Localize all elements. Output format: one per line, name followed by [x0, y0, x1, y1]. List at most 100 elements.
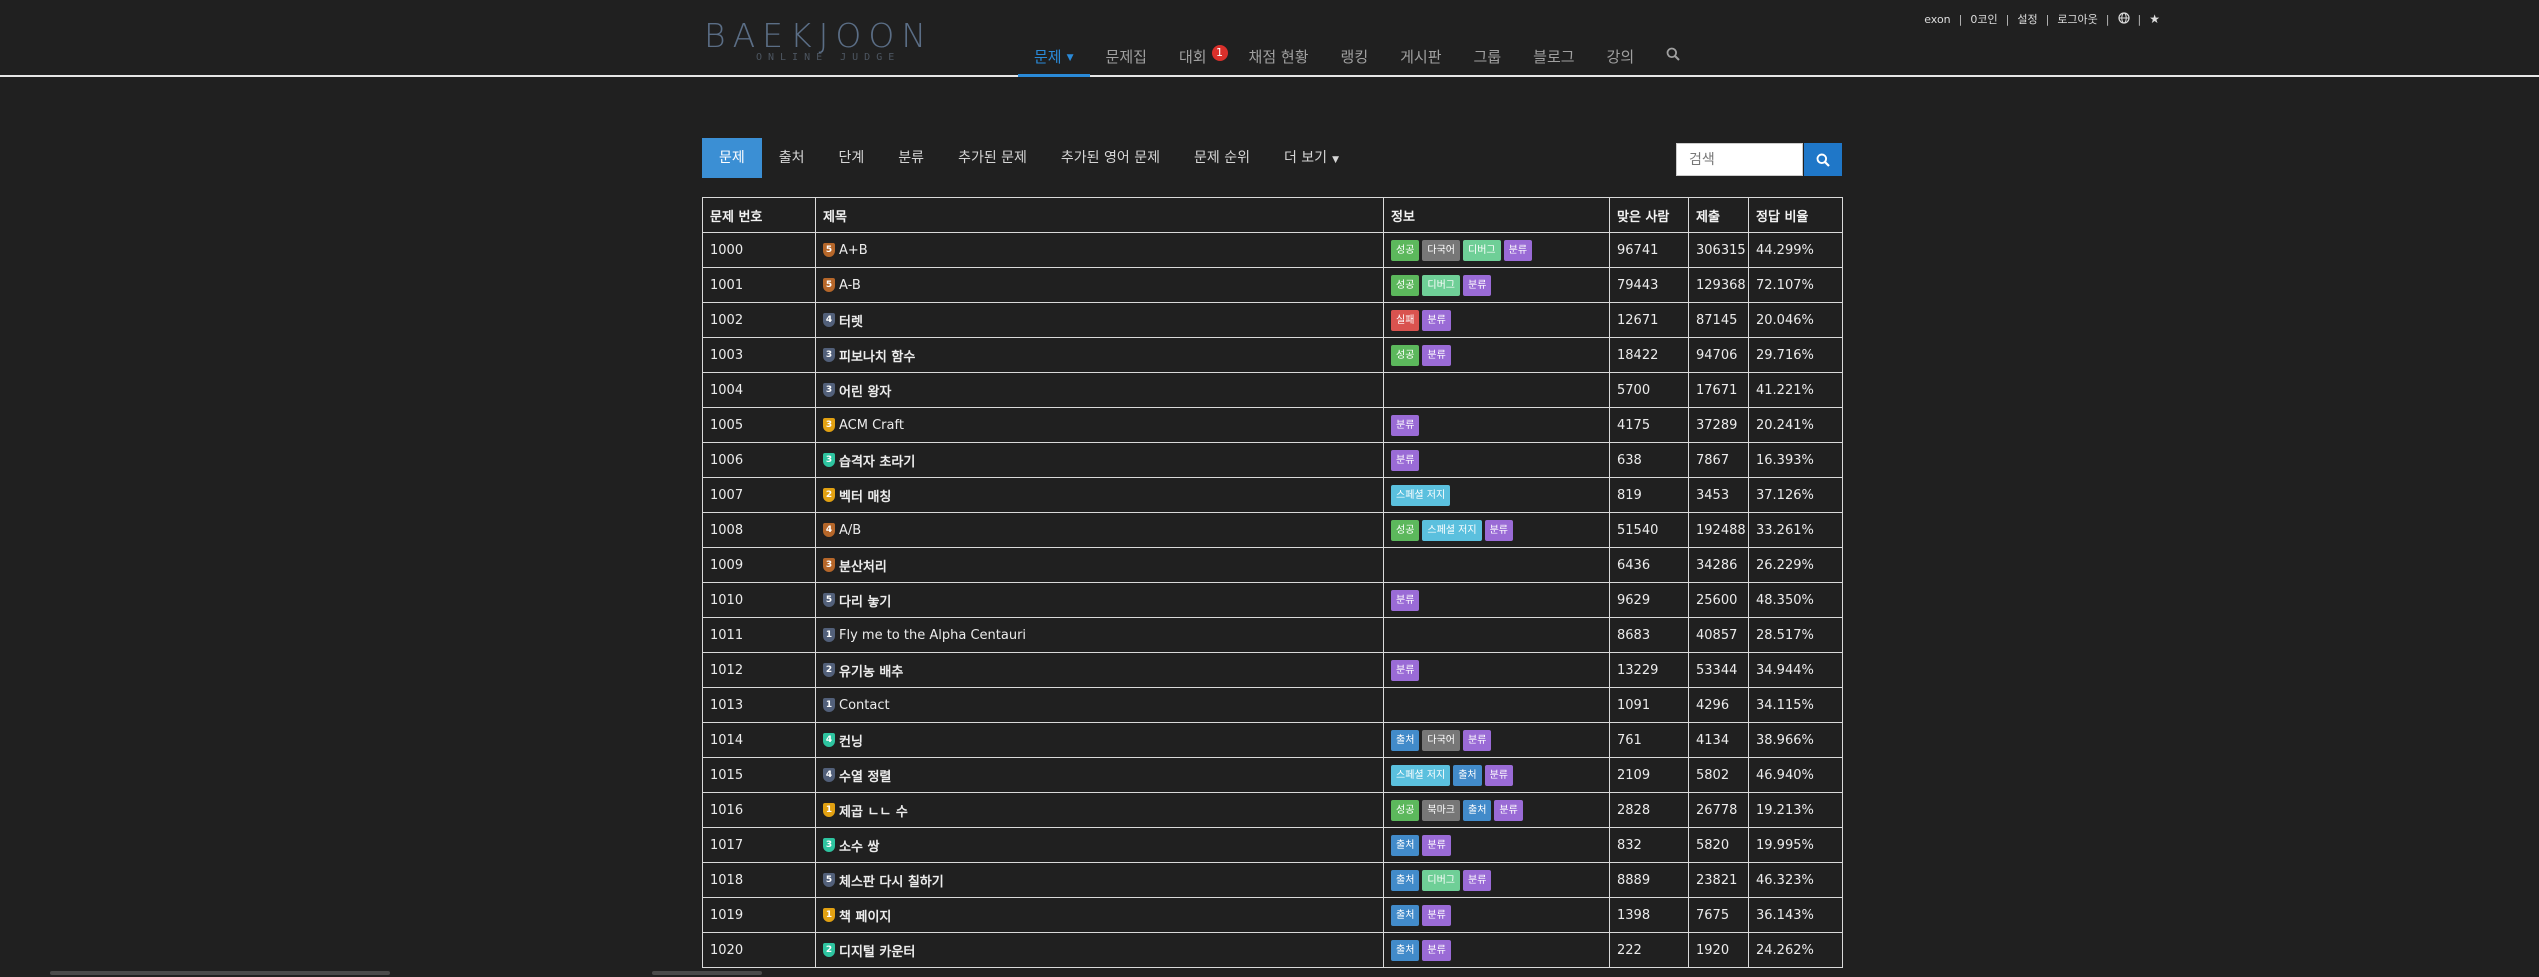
submission-count[interactable]: 4296	[1688, 687, 1749, 723]
nav-group[interactable]: 그룹	[1458, 39, 1518, 77]
nav-ranking[interactable]: 랭킹	[1325, 39, 1385, 77]
solved-count[interactable]: 222	[1609, 932, 1689, 968]
column-header-solved[interactable]: 맞은 사람	[1609, 197, 1689, 233]
tag-category[interactable]: 분류	[1391, 449, 1420, 471]
solved-count[interactable]: 2109	[1609, 757, 1689, 793]
tag-multi[interactable]: 다국어	[1422, 729, 1461, 751]
problem-title-link[interactable]: 컨닝	[839, 735, 863, 750]
nav-lecture[interactable]: 강의	[1591, 39, 1651, 77]
tag-category[interactable]: 분류	[1422, 904, 1451, 926]
submission-count[interactable]: 7867	[1688, 442, 1749, 478]
problem-id[interactable]: 1016	[702, 792, 816, 828]
solved-count[interactable]: 8889	[1609, 862, 1689, 898]
submission-count[interactable]: 3453	[1688, 477, 1749, 513]
submission-count[interactable]: 94706	[1688, 337, 1749, 373]
tag-success[interactable]: 성공	[1391, 519, 1420, 541]
problem-title-link[interactable]: Fly me to the Alpha Centauri	[839, 628, 1026, 643]
solved-count[interactable]: 2828	[1609, 792, 1689, 828]
problem-title-link[interactable]: 유기농 배추	[839, 665, 903, 680]
tag-category[interactable]: 분류	[1494, 799, 1523, 821]
submission-count[interactable]: 7675	[1688, 897, 1749, 933]
tag-special[interactable]: 스페셜 저지	[1391, 484, 1451, 506]
search-button[interactable]	[1804, 143, 1842, 176]
problem-title-link[interactable]: 피보나치 함수	[839, 350, 915, 365]
problem-id[interactable]: 1018	[702, 862, 816, 898]
nav-problems[interactable]: 문제 ▼	[1018, 39, 1090, 77]
problem-id[interactable]: 1006	[702, 442, 816, 478]
submission-count[interactable]: 4134	[1688, 722, 1749, 758]
problem-id[interactable]: 1007	[702, 477, 816, 513]
tab-problem-ranking[interactable]: 문제 순위	[1177, 138, 1267, 178]
solved-count[interactable]: 8683	[1609, 617, 1689, 653]
submission-count[interactable]: 23821	[1688, 862, 1749, 898]
problem-id[interactable]: 1001	[702, 267, 816, 303]
tab-added-problems[interactable]: 추가된 문제	[941, 138, 1044, 178]
scrollbar-thumb[interactable]	[50, 971, 390, 975]
solved-count[interactable]: 6436	[1609, 547, 1689, 583]
star-icon[interactable]: ★	[2149, 12, 2160, 26]
problem-id[interactable]: 1005	[702, 407, 816, 443]
solved-count[interactable]: 761	[1609, 722, 1689, 758]
nav-search-icon[interactable]	[1650, 39, 1696, 77]
problem-title-link[interactable]: ACM Craft	[839, 418, 904, 433]
tag-bookmark[interactable]: 북마크	[1422, 799, 1461, 821]
problem-title-link[interactable]: 어린 왕자	[839, 385, 891, 400]
solved-count[interactable]: 1091	[1609, 687, 1689, 723]
problem-id[interactable]: 1000	[702, 232, 816, 268]
problem-title-link[interactable]: A/B	[839, 523, 861, 538]
problem-title-link[interactable]: 제곱 ㄴㄴ 수	[839, 805, 908, 820]
tag-category[interactable]: 분류	[1484, 519, 1513, 541]
submission-count[interactable]: 129368	[1688, 267, 1749, 303]
submission-count[interactable]: 1920	[1688, 932, 1749, 968]
solved-count[interactable]: 51540	[1609, 512, 1689, 548]
problem-id[interactable]: 1013	[702, 687, 816, 723]
tab-problems[interactable]: 문제	[702, 138, 762, 178]
solved-count[interactable]: 79443	[1609, 267, 1689, 303]
tag-category[interactable]: 분류	[1391, 589, 1420, 611]
column-header-id[interactable]: 문제 번호	[702, 197, 816, 233]
tag-special[interactable]: 스페셜 저지	[1391, 764, 1451, 786]
nav-status[interactable]: 채점 현황	[1233, 39, 1325, 77]
tab-source[interactable]: 출처	[762, 138, 822, 178]
problem-id[interactable]: 1011	[702, 617, 816, 653]
problem-title-link[interactable]: 수열 정렬	[839, 770, 891, 785]
solved-count[interactable]: 13229	[1609, 652, 1689, 688]
column-header-ratio[interactable]: 정답 비율	[1748, 197, 1843, 233]
tag-category[interactable]: 분류	[1503, 239, 1533, 261]
tag-source[interactable]: 출처	[1391, 729, 1420, 751]
tag-category[interactable]: 분류	[1463, 274, 1492, 296]
problem-id[interactable]: 1009	[702, 547, 816, 583]
problem-title-link[interactable]: Contact	[839, 698, 890, 713]
submission-count[interactable]: 25600	[1688, 582, 1749, 618]
problem-title-link[interactable]: A-B	[839, 278, 861, 293]
problem-title-link[interactable]: 책 페이지	[839, 910, 891, 925]
tag-fail[interactable]: 실패	[1391, 309, 1420, 331]
logout-link[interactable]: 로그아웃	[2057, 11, 2097, 27]
tag-multi[interactable]: 다국어	[1422, 239, 1461, 261]
nav-workbook[interactable]: 문제집	[1090, 39, 1163, 77]
tag-category[interactable]: 분류	[1391, 414, 1420, 436]
scrollbar-thumb[interactable]	[652, 971, 762, 975]
tag-category[interactable]: 분류	[1391, 659, 1420, 681]
tag-success[interactable]: 성공	[1391, 799, 1420, 821]
solved-count[interactable]: 9629	[1609, 582, 1689, 618]
problem-id[interactable]: 1002	[702, 302, 816, 338]
problem-id[interactable]: 1015	[702, 757, 816, 793]
submission-count[interactable]: 34286	[1688, 547, 1749, 583]
tag-category[interactable]: 분류	[1422, 309, 1451, 331]
tag-source[interactable]: 출처	[1391, 904, 1420, 926]
problem-title-link[interactable]: 벡터 매칭	[839, 490, 891, 505]
solved-count[interactable]: 832	[1609, 827, 1689, 863]
problem-title-link[interactable]: 터렛	[839, 315, 863, 330]
problem-title-link[interactable]: 습격자 초라기	[839, 455, 915, 470]
tag-category[interactable]: 분류	[1463, 869, 1492, 891]
tag-category[interactable]: 분류	[1463, 729, 1492, 751]
tab-added-english-problems[interactable]: 추가된 영어 문제	[1044, 138, 1177, 178]
problem-id[interactable]: 1010	[702, 582, 816, 618]
problem-title-link[interactable]: 소수 쌍	[839, 840, 879, 855]
nav-contest[interactable]: 대회 1	[1163, 39, 1233, 77]
tag-category[interactable]: 분류	[1484, 764, 1513, 786]
tag-diff[interactable]: 디버그	[1463, 239, 1501, 261]
problem-id[interactable]: 1017	[702, 827, 816, 863]
tag-category[interactable]: 분류	[1422, 939, 1451, 961]
